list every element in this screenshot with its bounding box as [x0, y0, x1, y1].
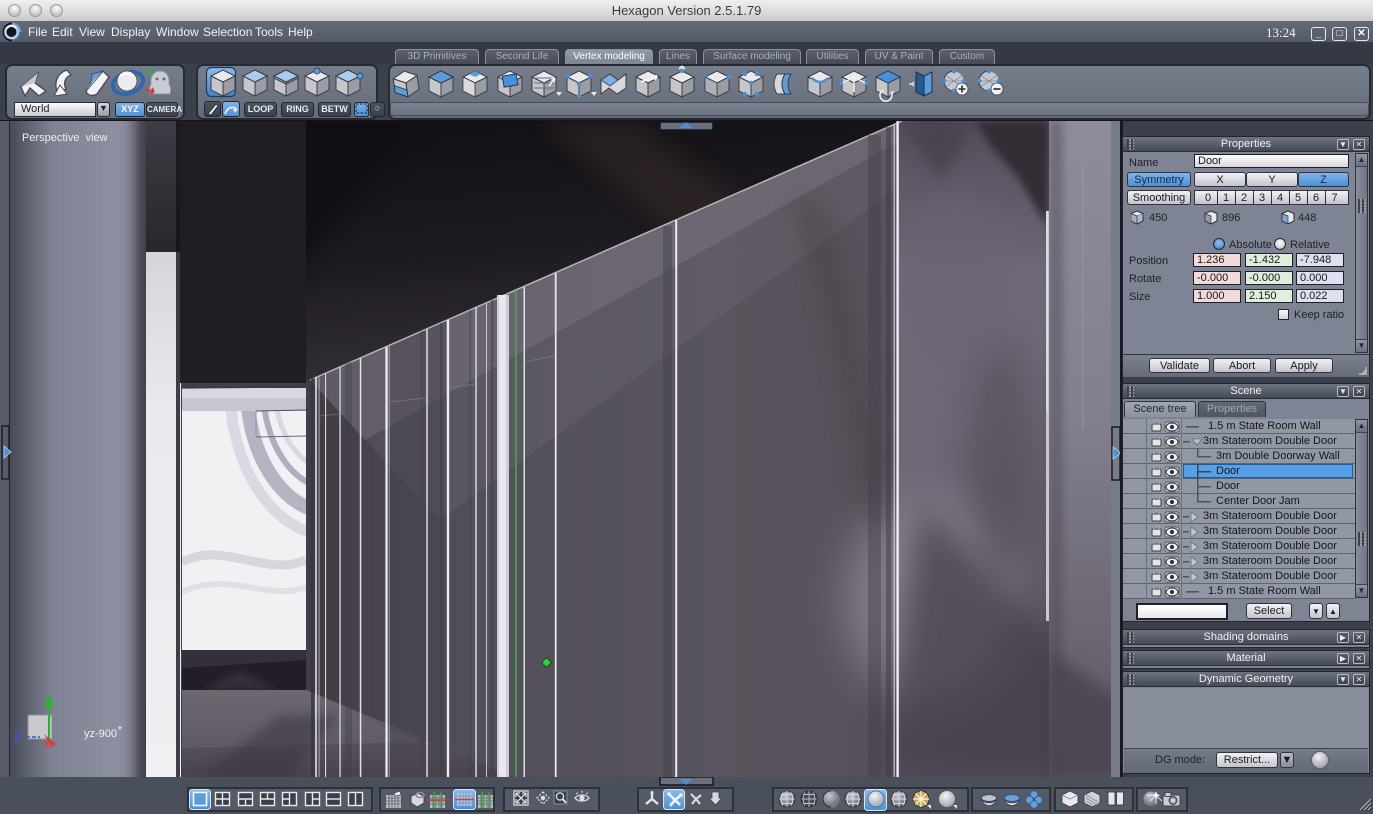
svg-text:Z: Z [14, 730, 21, 744]
svg-text:yz-900: yz-900 [84, 728, 117, 740]
svg-text:*: * [118, 725, 122, 736]
svg-text:x: x [44, 739, 50, 750]
svg-text:Perspective view: Perspective view [22, 132, 108, 144]
